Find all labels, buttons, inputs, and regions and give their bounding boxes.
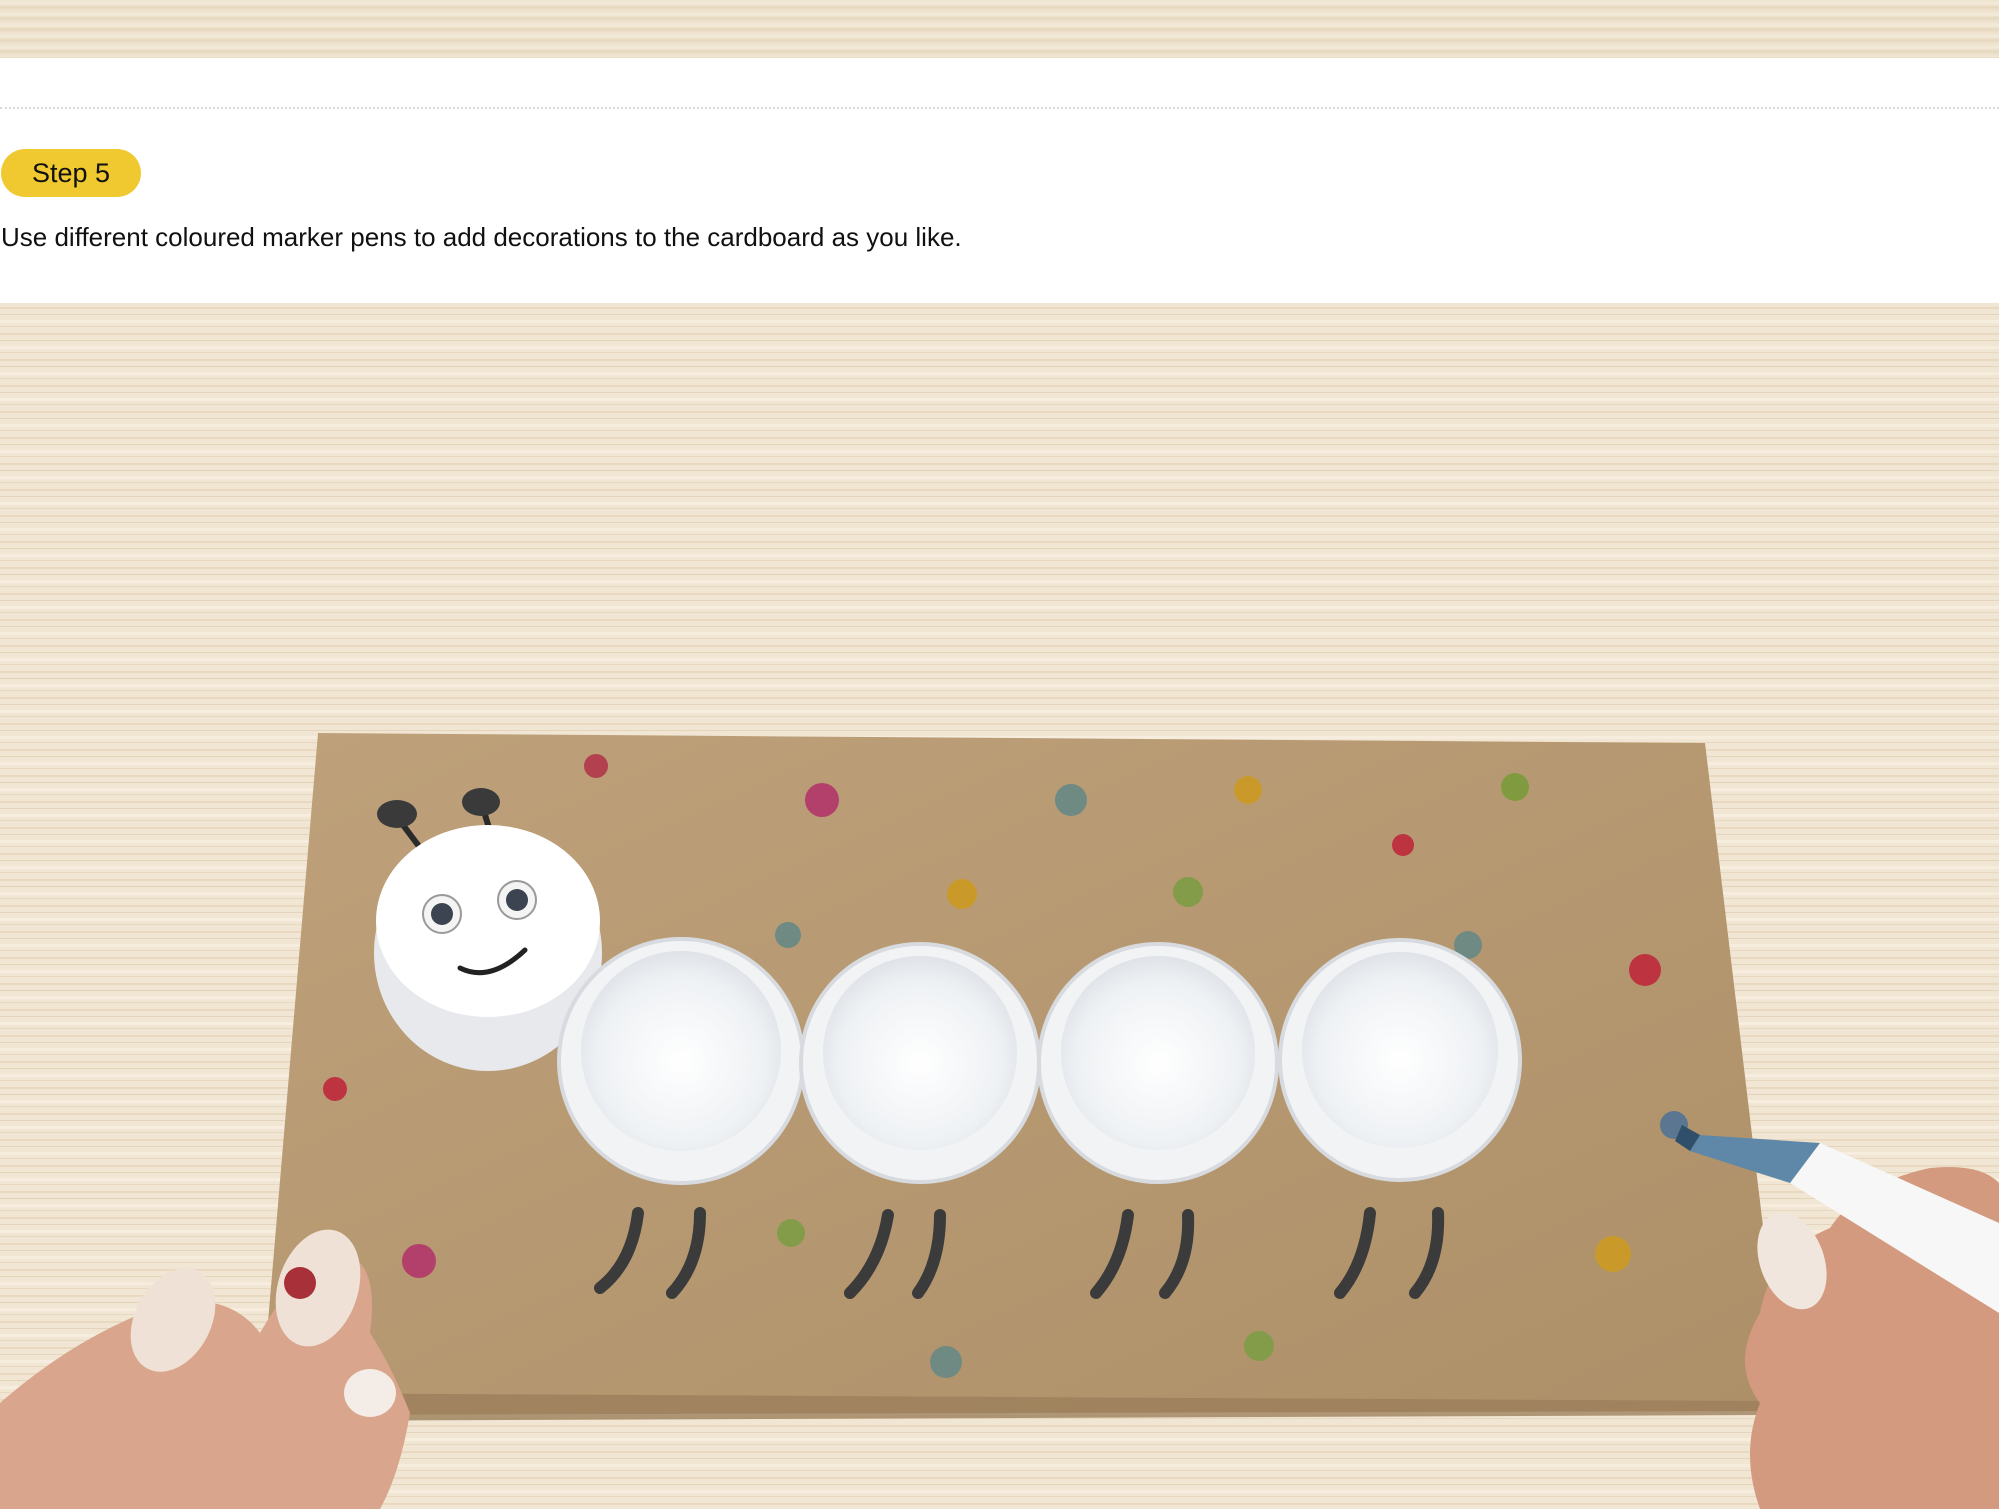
- step-instruction: Use different coloured marker pens to ad…: [1, 222, 962, 252]
- step-badge: Step 5: [1, 149, 141, 197]
- step-divider: [0, 107, 1999, 109]
- previous-step-photo: [0, 0, 1999, 58]
- step-photo: [0, 303, 1999, 1509]
